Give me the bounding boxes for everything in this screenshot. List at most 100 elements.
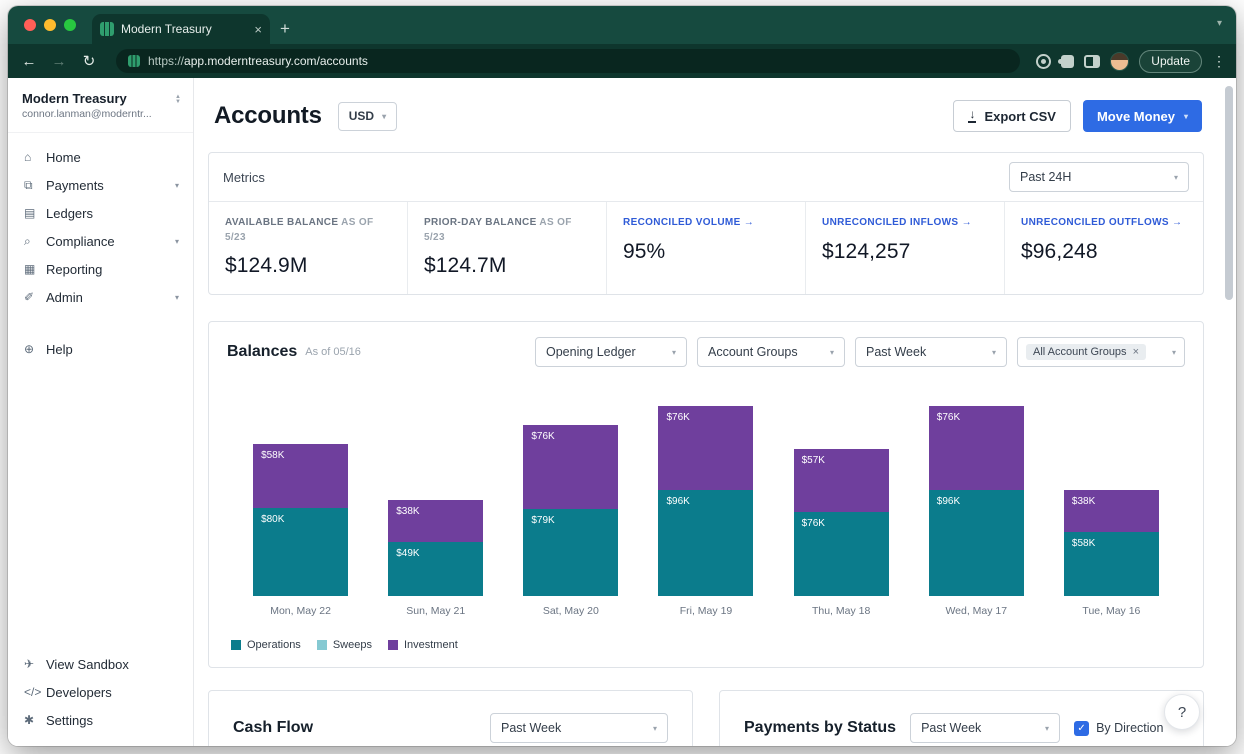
bar-value-label: $96K — [666, 496, 689, 507]
bar-segment-investment[interactable]: $76K — [929, 406, 1024, 490]
account-groups-tag[interactable]: All Account Groups × — [1026, 344, 1146, 360]
sidebar-item-payments[interactable]: ⧉ Payments ▾ — [8, 171, 193, 199]
bar-segment-operations[interactable]: $58K — [1064, 532, 1159, 596]
bar-value-label: $38K — [1072, 496, 1095, 507]
x-axis-label: Thu, May 18 — [812, 605, 870, 619]
sidebar-item-ledgers[interactable]: ▤ Ledgers — [8, 199, 193, 227]
scrollbar-thumb[interactable] — [1225, 86, 1233, 300]
browser-window: Modern Treasury × + ▾ ← → ↻ https://app.… — [8, 6, 1236, 746]
metric-label-text: PRIOR-DAY BALANCE — [424, 217, 537, 228]
balances-time-range-select[interactable]: Past Week ▾ — [855, 337, 1007, 367]
close-window-button[interactable] — [24, 19, 36, 31]
scrollbar[interactable] — [1225, 84, 1234, 724]
reporting-icon: ▦ — [24, 262, 46, 276]
extensions-puzzle-icon[interactable] — [1061, 55, 1074, 68]
bar-segment-operations[interactable]: $79K — [523, 509, 618, 596]
account-groups-filter[interactable]: All Account Groups × ▾ — [1017, 337, 1185, 367]
home-icon: ⌂ — [24, 150, 46, 164]
sidebar-item-view-sandbox[interactable]: ✈ View Sandbox — [8, 650, 193, 678]
forward-icon[interactable]: → — [48, 53, 70, 70]
toolbar-actions: Update ⋮ — [1036, 50, 1226, 73]
url-scheme: https:// — [148, 54, 184, 68]
metric-label-link[interactable]: RECONCILED VOLUME → — [623, 216, 789, 231]
reload-icon[interactable]: ↻ — [78, 52, 100, 70]
legend-label: Investment — [404, 639, 458, 651]
payments-icon: ⧉ — [24, 178, 46, 193]
tab-search-chevron-icon[interactable]: ▾ — [1217, 18, 1222, 29]
bar-segment-operations[interactable]: $80K — [253, 508, 348, 596]
bar-segment-operations[interactable]: $96K — [658, 490, 753, 596]
sidebar-item-admin[interactable]: ✐ Admin ▾ — [8, 283, 193, 311]
move-money-button[interactable]: Move Money ▾ — [1083, 100, 1202, 132]
chevron-down-icon: ▾ — [830, 348, 834, 357]
side-panel-icon[interactable] — [1084, 55, 1100, 68]
zoom-window-button[interactable] — [64, 19, 76, 31]
legend-label: Operations — [247, 639, 301, 651]
metrics-card: Metrics Past 24H ▾ AVAILABLE BALANCE AS … — [208, 152, 1204, 295]
extension-globe-icon[interactable] — [1036, 54, 1051, 69]
tab-title: Modern Treasury — [121, 22, 247, 36]
chevron-down-icon: ▾ — [672, 348, 676, 357]
header-actions: ↓ Export CSV Move Money ▾ — [953, 100, 1202, 132]
profile-avatar[interactable] — [1110, 52, 1129, 71]
chevron-down-icon: ▾ — [1174, 173, 1178, 182]
bar-segment-investment[interactable]: $76K — [523, 425, 618, 509]
update-label: Update — [1151, 54, 1190, 68]
sidebar-item-reporting[interactable]: ▦ Reporting — [8, 255, 193, 283]
org-switcher[interactable]: Modern Treasury connor.lanman@moderntr..… — [8, 78, 193, 133]
balances-header: Balances As of 05/16 Opening Ledger ▾ Ac… — [227, 337, 1185, 367]
sidebar-item-help[interactable]: ⊕ Help — [8, 335, 193, 363]
metric-value: $96,248 — [1021, 240, 1187, 264]
grouping-select[interactable]: Account Groups ▾ — [697, 337, 845, 367]
payments-time-range-select[interactable]: Past Week ▾ — [910, 713, 1060, 743]
new-tab-button[interactable]: + — [280, 19, 290, 39]
stacked-bar: $58K$80K — [253, 444, 348, 596]
back-icon[interactable]: ← — [18, 53, 40, 70]
by-direction-checkbox[interactable]: ✓ — [1074, 721, 1089, 736]
sidebar-item-home[interactable]: ⌂ Home — [8, 143, 193, 171]
minimize-window-button[interactable] — [44, 19, 56, 31]
bar-segment-investment[interactable]: $76K — [658, 406, 753, 490]
browser-tab[interactable]: Modern Treasury × — [92, 14, 270, 44]
metrics-time-range-value: Past 24H — [1020, 170, 1071, 184]
by-direction-toggle[interactable]: ✓ By Direction — [1074, 721, 1163, 736]
bar-segment-investment[interactable]: $38K — [1064, 490, 1159, 532]
bar-value-label: $49K — [396, 548, 419, 559]
sidebar-item-compliance[interactable]: ⌕ Compliance ▾ — [8, 227, 193, 255]
x-axis-label: Wed, May 17 — [945, 605, 1007, 619]
bar-segment-operations[interactable]: $96K — [929, 490, 1024, 596]
cash-flow-time-range-value: Past Week — [501, 721, 561, 735]
bar-value-label: $38K — [396, 506, 419, 517]
metric-label-link[interactable]: UNRECONCILED OUTFLOWS → — [1021, 216, 1187, 231]
sidebar-item-label: Home — [46, 150, 179, 165]
metrics-time-range-select[interactable]: Past 24H ▾ — [1009, 162, 1189, 192]
bar-segment-operations[interactable]: $76K — [794, 512, 889, 596]
chevron-down-icon: ▾ — [1045, 724, 1049, 733]
org-switcher-caret-icon[interactable]: ▲▼ — [175, 91, 181, 105]
browser-menu-icon[interactable]: ⋮ — [1212, 53, 1226, 70]
export-csv-button[interactable]: ↓ Export CSV — [953, 100, 1071, 132]
stacked-bar: $76K $79K — [523, 425, 618, 596]
metric-label-link[interactable]: UNRECONCILED INFLOWS → — [822, 216, 988, 231]
currency-select[interactable]: USD ▾ — [338, 102, 397, 131]
address-bar[interactable]: https://app.moderntreasury.com/accounts — [116, 49, 1020, 73]
moderntreasury-favicon — [100, 22, 114, 36]
sidebar-item-settings[interactable]: ✱ Settings — [8, 706, 193, 734]
stacked-bar: $38K $58K — [1064, 490, 1159, 596]
bar-segment-operations[interactable]: $49K — [388, 542, 483, 596]
window-controls — [24, 19, 76, 31]
bar-segment-investment[interactable]: $57K — [794, 449, 889, 512]
sidebar-item-developers[interactable]: </> Developers — [8, 678, 193, 706]
bar-segment-investment[interactable]: $38K — [388, 500, 483, 542]
bar-segment-investment[interactable]: $58K — [253, 444, 348, 508]
bar-value-label: $76K — [531, 431, 554, 442]
url-text: https://app.moderntreasury.com/accounts — [148, 54, 368, 68]
balance-metric-select[interactable]: Opening Ledger ▾ — [535, 337, 687, 367]
cash-flow-time-range-select[interactable]: Past Week ▾ — [490, 713, 668, 743]
close-tab-icon[interactable]: × — [254, 22, 262, 37]
chevron-down-icon: ▾ — [992, 348, 996, 357]
remove-tag-icon[interactable]: × — [1133, 346, 1139, 358]
update-button[interactable]: Update — [1139, 50, 1202, 73]
chevron-down-icon: ▾ — [1172, 348, 1176, 357]
help-fab-button[interactable]: ? — [1164, 694, 1200, 730]
